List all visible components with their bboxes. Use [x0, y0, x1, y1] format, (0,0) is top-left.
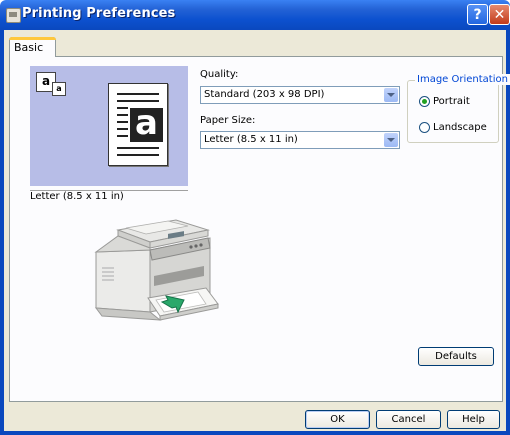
text-line — [117, 100, 159, 102]
help-title-button[interactable]: ? — [467, 4, 488, 25]
text-line — [117, 147, 159, 149]
window-title: Printing Preferences — [22, 6, 176, 21]
printer-illustration-icon — [94, 219, 219, 321]
preview-caption: Letter (8.5 x 11 in) — [30, 190, 188, 204]
text-line — [117, 121, 128, 123]
text-line — [117, 135, 128, 137]
chevron-down-icon[interactable] — [384, 133, 398, 147]
text-line — [117, 114, 128, 116]
paper-size-value: Letter (8.5 x 11 in) — [204, 134, 298, 145]
tab-basic[interactable]: Basic — [9, 37, 56, 57]
text-line — [117, 154, 159, 156]
ok-button[interactable]: OK — [305, 410, 370, 429]
orientation-icon-letter: a — [41, 74, 51, 88]
title-bar[interactable]: Printing Preferences ? ✕ — [0, 0, 510, 30]
defaults-button[interactable]: Defaults — [418, 347, 494, 366]
close-button[interactable]: ✕ — [489, 4, 510, 25]
quality-select[interactable]: Standard (203 x 98 DPI) — [200, 86, 400, 104]
portrait-label: Portrait — [433, 96, 470, 107]
cancel-button[interactable]: Cancel — [376, 410, 441, 429]
help-button[interactable]: Help — [447, 410, 500, 429]
text-line — [117, 128, 128, 130]
orientation-a-icon: a a — [36, 72, 66, 96]
quality-value: Standard (203 x 98 DPI) — [204, 89, 325, 100]
radio-unselected-icon[interactable] — [419, 122, 430, 133]
quality-label: Quality: — [200, 69, 239, 80]
image-orientation-title: Image Orientation — [415, 74, 510, 85]
landscape-label: Landscape — [433, 122, 487, 133]
image-orientation-group — [407, 80, 499, 143]
radio-selected-icon[interactable] — [419, 96, 430, 107]
chevron-down-icon[interactable] — [384, 88, 398, 102]
text-line — [117, 93, 159, 95]
orientation-small-icon: a — [52, 82, 66, 96]
paper-size-select[interactable]: Letter (8.5 x 11 in) — [200, 131, 400, 149]
page-letter-icon: a — [130, 106, 163, 142]
paper-size-label: Paper Size: — [200, 115, 256, 126]
page-preview: a — [108, 83, 168, 166]
printer-icon — [6, 8, 21, 23]
text-line — [117, 107, 128, 109]
